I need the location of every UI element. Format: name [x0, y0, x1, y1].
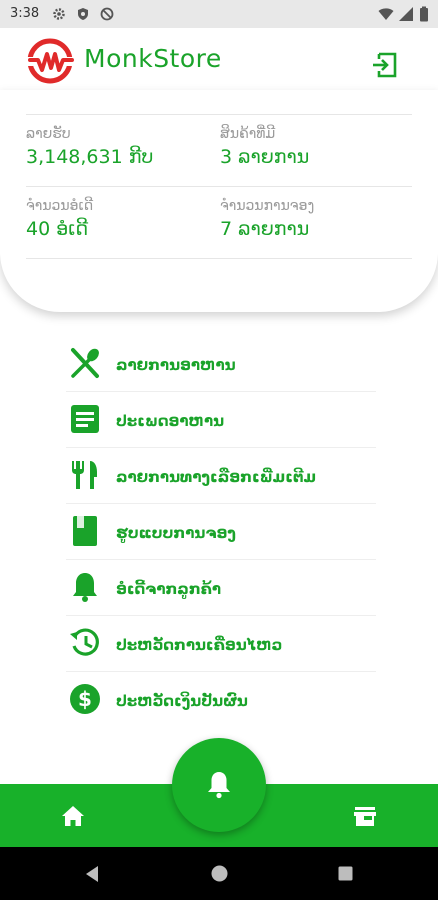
menu-item-label: ຮູບແບບການຈອງ [116, 524, 236, 542]
history-icon [70, 628, 99, 656]
menu-item-food-list[interactable]: ລາຍການອາຫານ [66, 336, 376, 392]
battery-icon [420, 6, 428, 22]
monkstore-logo [26, 38, 76, 84]
signal-icon [399, 7, 413, 21]
recents-icon[interactable] [338, 866, 353, 881]
menu-item-options[interactable]: ລາຍການທາງເລືອກເພີ່ມເຕີມ [66, 448, 376, 504]
stat-label: ສິນຄ້າທີ່ມີ [220, 126, 276, 142]
stat-label: ຈຳນວນການຈອງ [220, 198, 315, 214]
system-nav-bar [0, 847, 438, 900]
stat-value: 40 ອໍເດີ [26, 218, 89, 240]
logout-icon[interactable] [370, 50, 400, 80]
home-icon[interactable] [60, 803, 86, 829]
shield-icon [78, 8, 88, 20]
utensils-icon [71, 348, 99, 378]
menu-item-label: ລາຍການອາຫານ [116, 356, 236, 374]
no-sync-icon [100, 7, 114, 21]
menu-item-booking-type[interactable]: ຮູບແບບການຈອງ [66, 504, 376, 560]
stat-revenue: ລາຍຮັບ 3,148,631 ກີບ [26, 126, 153, 168]
document-icon [71, 405, 99, 433]
stat-orders: ຈຳນວນອໍເດີ 40 ອໍເດີ [26, 198, 93, 240]
home-button-icon[interactable] [211, 865, 228, 882]
menu-item-activity-history[interactable]: ປະຫວັດການເຄື່ອນໄຫວ [66, 616, 376, 672]
stat-bookings: ຈຳນວນການຈອງ 7 ລາຍການ [220, 198, 314, 240]
status-time: 3:38 [10, 6, 40, 21]
dollar-icon: $ [70, 684, 100, 714]
wifi-icon [378, 8, 394, 20]
brand-name: MonkStore [84, 44, 222, 73]
stat-label: ຈຳນວນອໍເດີ [26, 198, 94, 214]
back-icon[interactable] [84, 865, 100, 883]
menu-item-dividend-history[interactable]: $ ປະຫວັດເງິນປັນຜົນ [66, 672, 376, 728]
gear-icon [53, 8, 65, 20]
menu-item-customer-orders[interactable]: ອໍເດີ້ຈາກລູກຄ້າ [66, 560, 376, 616]
notifications-fab[interactable] [172, 738, 266, 832]
status-bar: 3:38 [0, 0, 438, 28]
menu-item-food-category[interactable]: ປະເພດອາຫານ [66, 392, 376, 448]
stat-label: ລາຍຮັບ [26, 126, 71, 142]
stat-products: ສິນຄ້າທີ່ມີ 3 ລາຍການ [220, 126, 309, 168]
menu-item-label: ປະຫວັດເງິນປັນຜົນ [116, 692, 248, 710]
stat-value: 3,148,631 ກີບ [26, 146, 154, 168]
menu-item-label: ອໍເດີ້ຈາກລູກຄ້າ [116, 580, 222, 598]
stats-card: ລາຍຮັບ 3,148,631 ກີບ ສິນຄ້າທີ່ມີ 3 ລາຍກາ… [0, 90, 438, 312]
bell-icon [73, 573, 97, 602]
fork-knife-icon [72, 461, 97, 489]
divider [26, 186, 412, 187]
menu-item-label: ປະເພດອາຫານ [116, 412, 225, 430]
book-icon [73, 516, 97, 546]
stat-value: 3 ລາຍການ [220, 146, 310, 168]
store-icon[interactable] [352, 803, 378, 829]
menu-item-label: ປະຫວັດການເຄື່ອນໄຫວ [116, 636, 283, 654]
svg-text:$: $ [78, 687, 92, 711]
menu-item-label: ລາຍການທາງເລືອກເພີ່ມເຕີມ [116, 468, 317, 486]
stat-value: 7 ລາຍການ [220, 218, 310, 240]
divider [26, 114, 412, 115]
bell-icon [208, 772, 230, 799]
divider [26, 258, 412, 259]
